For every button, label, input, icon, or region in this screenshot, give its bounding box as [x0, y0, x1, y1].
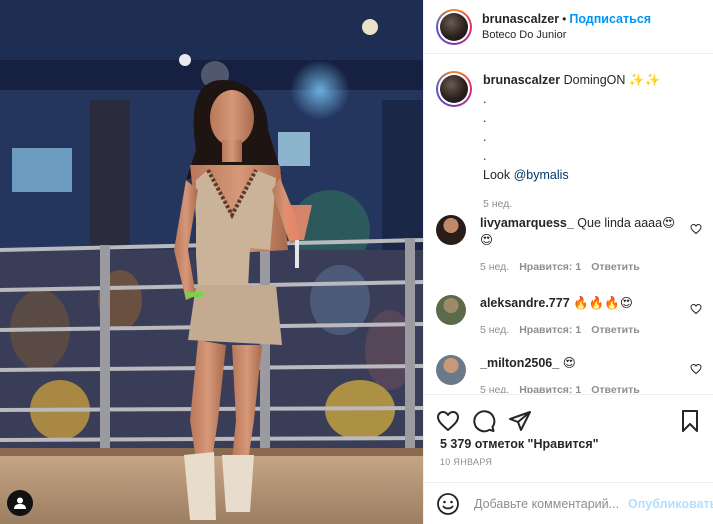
- comment-time[interactable]: 5 нед.: [480, 259, 509, 276]
- post-side-panel: brunascalzer • Подписаться Boteco Do Junio…: [423, 0, 713, 524]
- comment-likes[interactable]: Нравится: 1: [519, 382, 581, 393]
- commenter-username[interactable]: aleksandre.777: [480, 296, 570, 310]
- comment-bubble-icon[interactable]: [472, 409, 496, 433]
- caption-mention-link[interactable]: @bymalis: [514, 168, 569, 182]
- comment-item: livyamarquess_ Que linda aaaa😍😍 5 нед. Н…: [436, 215, 702, 276]
- comment-input[interactable]: [474, 496, 624, 511]
- paper-plane-icon[interactable]: [508, 409, 532, 433]
- commenter-avatar[interactable]: [436, 295, 466, 325]
- comment-likes[interactable]: Нравится: 1: [519, 322, 581, 339]
- post-caption: brunascalzer DomingON ✨✨ . . . . Look @b…: [424, 55, 713, 214]
- caption-dot: .: [483, 149, 487, 163]
- commenter-avatar[interactable]: [436, 355, 466, 385]
- caption-dot: .: [483, 111, 487, 125]
- emoji-smile-icon[interactable]: [436, 492, 460, 516]
- comments-list[interactable]: brunascalzer DomingON ✨✨ . . . . Look @b…: [424, 55, 713, 393]
- author-avatar[interactable]: [436, 8, 472, 45]
- comment-like-heart-icon[interactable]: [690, 223, 702, 235]
- comment-likes[interactable]: Нравится: 1: [519, 259, 581, 276]
- bookmark-icon[interactable]: [678, 409, 702, 433]
- caption-look-text: Look: [483, 168, 514, 182]
- follow-button[interactable]: Подписаться: [569, 12, 651, 26]
- comment-time[interactable]: 5 нед.: [480, 382, 509, 393]
- commenter-username[interactable]: _milton2506_: [480, 356, 559, 370]
- commenter-username[interactable]: livyamarquess_: [480, 216, 574, 230]
- comment-reply-button[interactable]: Ответить: [591, 382, 640, 393]
- separator-dot: •: [562, 11, 567, 26]
- comment-time[interactable]: 5 нед.: [480, 322, 509, 339]
- post-location[interactable]: Boteco Do Junior: [482, 28, 651, 43]
- user-tag-icon[interactable]: [7, 490, 33, 516]
- author-username[interactable]: brunascalzer: [482, 12, 559, 26]
- caption-dot: .: [483, 92, 487, 106]
- caption-dot: .: [483, 130, 487, 144]
- comment-like-heart-icon[interactable]: [690, 363, 702, 375]
- comment-text: 😍: [562, 356, 576, 370]
- post-date[interactable]: 10 ЯНВАРЯ: [424, 451, 713, 467]
- caption-time[interactable]: 5 нед.: [483, 195, 660, 214]
- comment-reply-button[interactable]: Ответить: [591, 322, 640, 339]
- caption-text: DomingON ✨✨: [563, 73, 661, 87]
- caption-username[interactable]: brunascalzer: [483, 73, 560, 87]
- post-photo[interactable]: [0, 0, 423, 524]
- heart-icon[interactable]: [436, 409, 460, 433]
- likes-count[interactable]: 5 379 отметок "Нравится": [424, 437, 713, 451]
- bar-scene-illustration: [0, 0, 423, 524]
- commenter-avatar[interactable]: [436, 215, 466, 245]
- comment-like-heart-icon[interactable]: [690, 303, 702, 315]
- action-bar: [424, 395, 713, 437]
- comment-reply-button[interactable]: Ответить: [591, 259, 640, 276]
- comment-text: 🔥🔥🔥😍: [573, 296, 633, 310]
- add-comment-bar: Опубликовать: [424, 482, 713, 524]
- comment-item: _milton2506_ 😍 5 нед. Нравится: 1 Ответи…: [436, 355, 702, 393]
- caption-avatar[interactable]: [436, 71, 472, 107]
- post-header: brunascalzer • Подписаться Boteco Do Junio…: [424, 0, 713, 54]
- comment-item: aleksandre.777 🔥🔥🔥😍 5 нед. Нравится: 1 О…: [436, 295, 702, 339]
- post-actions-section: 5 379 отметок "Нравится" 10 ЯНВАРЯ: [424, 394, 713, 482]
- publish-button[interactable]: Опубликовать: [628, 497, 713, 511]
